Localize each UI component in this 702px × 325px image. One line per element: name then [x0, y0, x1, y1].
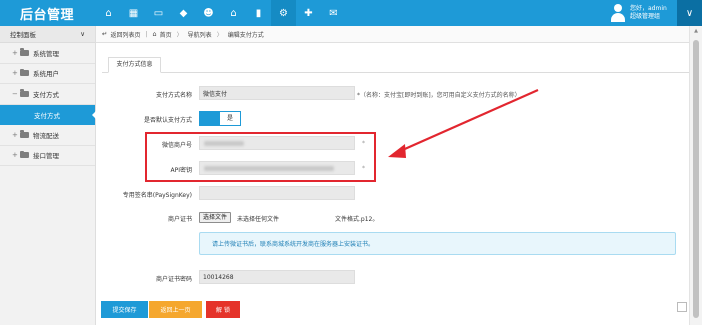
- tag-icon[interactable]: ◆: [171, 0, 196, 26]
- sidebar-item-logistics[interactable]: + 物流配送: [0, 125, 95, 146]
- sidebar-subitem-payment-method[interactable]: 支付方式: [0, 104, 96, 125]
- cert-password-label: 商户证书密码: [155, 276, 192, 283]
- default-toggle[interactable]: 是: [199, 111, 241, 126]
- sidebar-title: 控制面板: [10, 31, 36, 39]
- expand-icon: +: [12, 130, 18, 139]
- breadcrumb-home-link[interactable]: 首页: [160, 30, 172, 39]
- scroll-up-icon[interactable]: ▲: [690, 26, 702, 36]
- sidebar-item-label: 物流配送: [33, 131, 59, 140]
- highlight-box: [145, 132, 376, 182]
- scrollbar-thumb[interactable]: [693, 40, 699, 318]
- file-format-hint: 文件格式.p12。: [335, 216, 379, 223]
- back-button[interactable]: 返回上一页: [149, 301, 202, 318]
- unlock-button[interactable]: 解 锁: [206, 301, 240, 318]
- gear-icon[interactable]: ⚙: [271, 0, 296, 26]
- breadcrumb: ↵ 返回列表页 | ⌂ 首页 〉 导航列表 〉 编辑支付方式: [96, 26, 689, 43]
- sidebar-header[interactable]: 控制面板 ∨: [0, 26, 95, 43]
- chevron-down-icon[interactable]: ∨: [677, 0, 702, 26]
- sidebar-item-api[interactable]: + 接口管理: [0, 146, 95, 166]
- user-info[interactable]: 您好，admin 超级管理组: [611, 2, 677, 24]
- return-icon: ↵: [102, 30, 108, 38]
- tab-payment-info[interactable]: 支付方式信息: [108, 57, 161, 73]
- choose-file-button[interactable]: 选择文件: [199, 212, 232, 223]
- collapse-icon: −: [12, 89, 18, 98]
- cert-password-input[interactable]: 10014268: [199, 270, 355, 284]
- file-status: 未选择任何文件: [237, 216, 280, 223]
- expand-icon: +: [12, 69, 18, 78]
- name-label: 支付方式名称: [155, 92, 192, 99]
- user-role: 超级管理组: [630, 13, 661, 20]
- folder-icon: [20, 150, 29, 159]
- toggle-text: 是: [226, 115, 233, 122]
- sidebar-item-payment[interactable]: − 支付方式: [0, 84, 95, 105]
- expand-icon: +: [12, 48, 18, 57]
- sidebar-item-label: 系统用户: [33, 70, 59, 79]
- user-greeting: 您好，admin: [630, 5, 667, 12]
- user-group-icon[interactable]: ☻: [196, 0, 221, 26]
- chart-icon[interactable]: ▮: [246, 0, 271, 26]
- save-button[interactable]: 提交保存: [101, 301, 148, 318]
- info-alert: 请上传微证书后，联系商城系统开发商在服务器上安装证书。: [199, 232, 676, 255]
- name-input[interactable]: 微信支付: [199, 86, 355, 100]
- sidebar-item-system[interactable]: + 系统管理: [0, 43, 95, 64]
- breadcrumb-back-link[interactable]: 返回列表页: [110, 30, 140, 39]
- folder-icon: [20, 68, 29, 77]
- puzzle-icon[interactable]: ✚: [296, 0, 321, 26]
- caret-left-icon: [92, 110, 96, 119]
- tab-divider: [102, 72, 689, 73]
- avatar-icon: [611, 4, 625, 22]
- annotation-arrow: [388, 88, 539, 158]
- app-logo: 后台管理: [20, 8, 75, 23]
- resize-icon: [677, 302, 687, 312]
- sidebar-item-label: 支付方式: [33, 90, 59, 99]
- expand-icon: +: [12, 151, 18, 160]
- sidebar-item-users[interactable]: + 系统用户: [0, 64, 95, 84]
- breadcrumb-separator: 〉: [216, 31, 223, 39]
- sidebar-item-label: 接口管理: [33, 152, 59, 161]
- default-label: 是否默认支付方式: [143, 117, 192, 124]
- breadcrumb-separator: 〉: [176, 31, 183, 39]
- info-text: 请上传微证书后，联系商城系统开发商在服务器上安装证书。: [212, 241, 375, 248]
- top-nav: ⌂ ▦ ▭ ◆ ☻ ⌂ ▮ ⚙ ✚ ✉: [96, 0, 346, 26]
- folder-icon: [20, 89, 29, 97]
- monitor-icon[interactable]: ▭: [146, 0, 171, 26]
- breadcrumb-separator: |: [145, 30, 148, 38]
- signkey-label: 专用签名串(PaySignKey): [122, 192, 192, 199]
- sidebar: 控制面板 ∨ + 系统管理 + 系统用户 − 支付方式 支付方式 + 物流配送 …: [0, 26, 96, 325]
- sidebar-item-label: 系统管理: [33, 49, 59, 58]
- chat-icon[interactable]: ✉: [321, 0, 346, 26]
- home-icon: ⌂: [152, 30, 157, 38]
- chevron-down-icon[interactable]: ∨: [80, 30, 85, 38]
- breadcrumb-list-link[interactable]: 导航列表: [188, 30, 212, 39]
- top-header: 后台管理 ⌂ ▦ ▭ ◆ ☻ ⌂ ▮ ⚙ ✚ ✉ 您好，admin 超级管理组 …: [0, 0, 702, 26]
- house-icon[interactable]: ⌂: [221, 0, 246, 26]
- cert-label: 商户证书: [167, 216, 192, 223]
- breadcrumb-current: 编辑支付方式: [227, 31, 264, 39]
- home-icon[interactable]: ⌂: [96, 0, 121, 26]
- sidebar-subitem-label: 支付方式: [34, 111, 60, 120]
- vertical-scrollbar[interactable]: ▲: [689, 26, 702, 325]
- toggle-knob: [200, 112, 220, 125]
- grid-icon[interactable]: ▦: [121, 0, 146, 26]
- folder-icon: [20, 48, 29, 56]
- signkey-input[interactable]: [199, 186, 355, 200]
- folder-icon: [20, 130, 29, 138]
